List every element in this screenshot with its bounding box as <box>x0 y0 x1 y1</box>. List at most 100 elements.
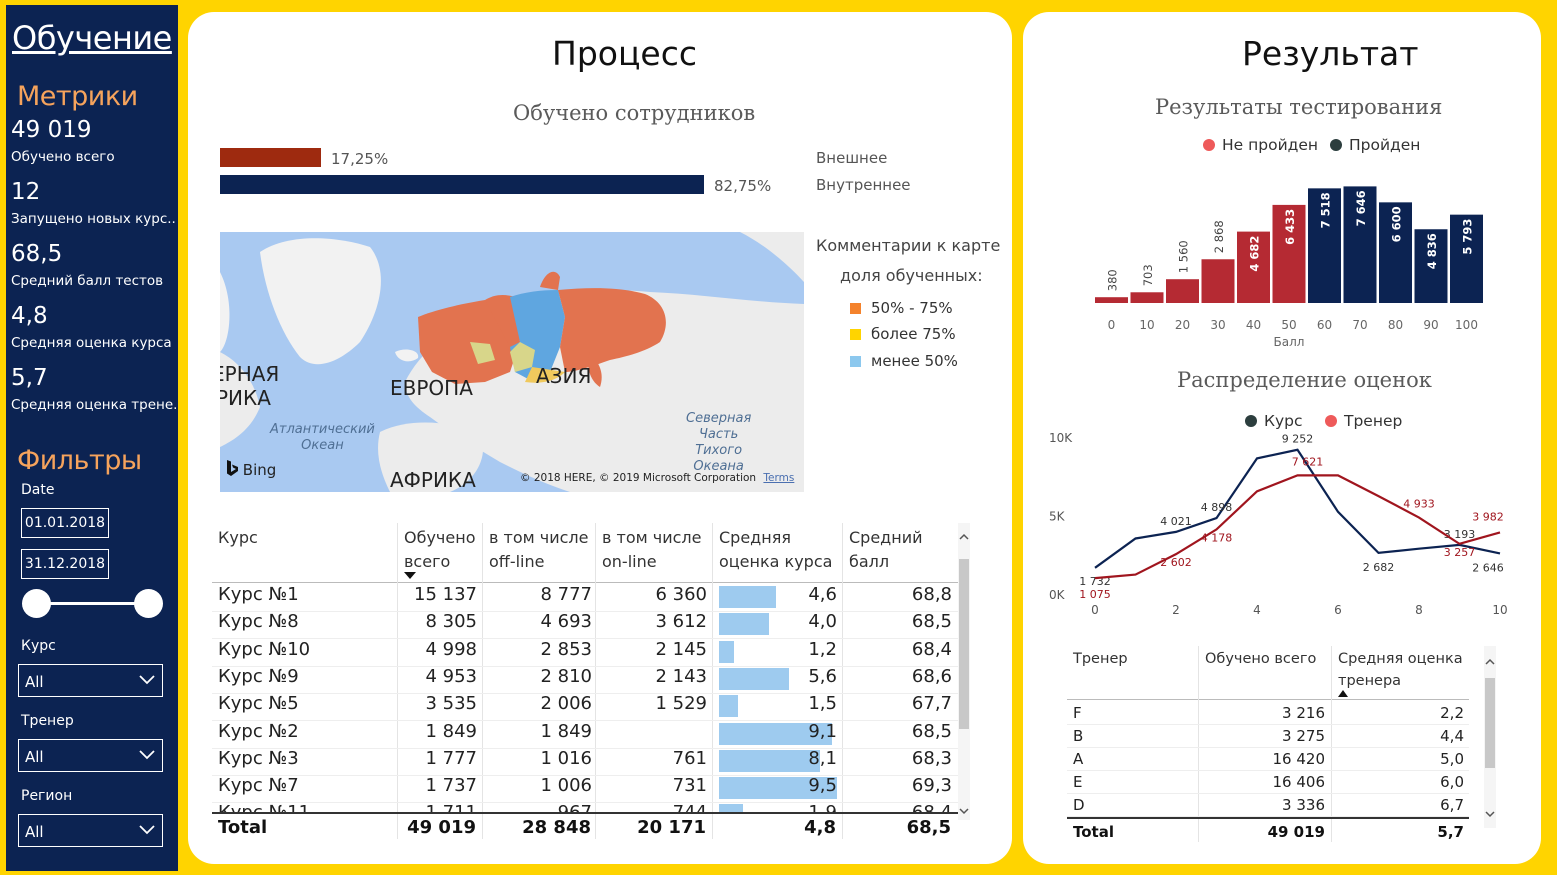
x-tick-label: 50 <box>1281 318 1296 332</box>
col-header-total[interactable]: Обучено всего <box>404 526 475 574</box>
scroll-up-icon[interactable] <box>958 531 970 543</box>
filters-heading: Фильтры <box>17 445 142 476</box>
course-table-scroll-thumb[interactable] <box>959 559 969 729</box>
map-label-pacific-line2: Часть <box>699 427 739 442</box>
test-results-chart[interactable]: 380 0 703 10 1 560 20 2 868 30 4 682 40 6 433 50 7 5… <box>1080 160 1500 360</box>
course-name: Курс №9 <box>218 665 299 687</box>
table-row[interactable]: Курс №9 4 953 2 810 2 143 5,6 68,6 <box>212 666 958 694</box>
col-header-score-line1: Средний <box>849 528 923 547</box>
date-to-input[interactable]: 31.12.2018 <box>21 549 109 579</box>
map-terms-link[interactable]: Terms <box>763 472 794 484</box>
scroll-up-icon[interactable] <box>1484 656 1496 668</box>
col-header-total-line2: всего <box>404 552 451 571</box>
app-title[interactable]: Обучение <box>12 19 172 57</box>
course-table-scrollbar[interactable] <box>958 523 970 820</box>
sort-desc-icon[interactable] <box>404 572 416 580</box>
sort-asc-icon[interactable] <box>1338 690 1348 697</box>
test-legend-passed[interactable]: Пройден <box>1330 136 1420 154</box>
trained-employees-title: Обучено сотрудников <box>513 101 756 125</box>
external-bar[interactable] <box>220 148 321 167</box>
col-header-trainer[interactable]: Тренер <box>1073 648 1128 670</box>
table-row[interactable]: Курс №1 15 137 8 777 6 360 4,6 68,8 <box>212 584 958 612</box>
table-row[interactable]: Курс №3 1 777 1 016 761 8,1 68,3 <box>212 748 958 776</box>
ratings-distribution-title: Распределение оценок <box>1177 368 1432 392</box>
course-online: 6 360 <box>655 584 707 605</box>
map-legend-label: менее 50% <box>871 352 958 370</box>
table-row[interactable]: F 3 216 2,2 <box>1067 702 1469 725</box>
bing-logo[interactable]: Bing <box>226 460 276 479</box>
course-total: 4 998 <box>425 638 477 660</box>
col-header-score[interactable]: Средний балл <box>849 526 923 574</box>
x-tick-label: 30 <box>1210 318 1225 332</box>
bar-value-label: 1 560 <box>1177 240 1191 273</box>
trainer-table-scroll-thumb[interactable] <box>1485 678 1495 768</box>
test-legend-failed[interactable]: Не пройден <box>1203 136 1318 154</box>
col-header-course-rating[interactable]: Средняя оценка курса <box>719 526 832 574</box>
bar-value-label: 4 682 <box>1248 236 1262 272</box>
region-filter-dropdown[interactable]: All <box>18 814 163 847</box>
regions-map[interactable]: ЕРНАЯ РИКА ЕВРОПА АЗИЯ АФРИКА Атлантичес… <box>220 232 804 492</box>
scroll-down-icon[interactable] <box>1484 808 1496 820</box>
x-tick-label: 40 <box>1246 318 1261 332</box>
trainer-table-scrollbar[interactable] <box>1484 646 1496 828</box>
map-copyright: © 2018 HERE, © 2019 Microsoft Corporatio… <box>520 472 794 484</box>
region-filter-label: Регион <box>21 788 73 804</box>
course-name: Курс №11 <box>218 802 310 812</box>
total-row-rating: 4,8 <box>804 817 836 838</box>
course-name: Курс №8 <box>218 611 299 633</box>
course-total: 1 737 <box>425 775 477 797</box>
course-rating: 4,6 <box>808 584 837 605</box>
date-from-input[interactable]: 01.01.2018 <box>21 508 109 538</box>
region-filter-value: All <box>25 823 44 841</box>
table-row[interactable]: A 16 420 5,0 <box>1067 748 1469 771</box>
map-label-pacific-line3: Тихого <box>695 443 743 458</box>
ratings-distribution-chart[interactable]: 0K5K10K0 2 4 6 8 101 7324 0214 8989 2522 6823… <box>1040 425 1520 625</box>
course-rating: 1,9 <box>808 802 837 812</box>
data-label: 3 193 <box>1444 528 1476 541</box>
sidebar: Обучение Метрики 49 019 Обучено всего 12… <box>6 5 178 871</box>
map-legend-item: 50% - 75% <box>850 299 953 317</box>
col-header-online[interactable]: в том числе on-line <box>602 526 702 574</box>
bar-0[interactable] <box>1095 297 1128 303</box>
bar-30[interactable] <box>1201 259 1235 303</box>
rating-databar <box>719 613 769 636</box>
table-row[interactable]: Курс №5 3 535 2 006 1 529 1,5 67,7 <box>212 693 958 722</box>
table-row[interactable]: Курс №7 1 737 1 006 731 9,5 69,3 <box>212 775 958 804</box>
bar-10[interactable] <box>1130 292 1164 303</box>
date-slider-end-handle[interactable] <box>134 589 163 618</box>
metrics-heading: Метрики <box>17 81 138 112</box>
col-header-trainer-rating[interactable]: Средняя оценка тренера <box>1338 648 1463 692</box>
data-label: 4 021 <box>1160 515 1192 528</box>
y-tick-label: 5K <box>1049 510 1066 524</box>
x-tick-label: 8 <box>1415 603 1423 617</box>
map-label-europe: ЕВРОПА <box>390 376 473 400</box>
series-line-trainer[interactable] <box>1094 474 1501 580</box>
course-online: 744 <box>673 802 707 812</box>
internal-bar-pct: 82,75% <box>714 177 772 195</box>
col-header-course[interactable]: Курс <box>218 526 258 550</box>
table-row[interactable]: E 16 406 6,0 <box>1067 771 1469 794</box>
internal-bar[interactable] <box>220 175 704 194</box>
test-legend-failed-label: Не пройден <box>1222 136 1319 154</box>
bar-20[interactable] <box>1166 279 1199 303</box>
table-row[interactable]: Курс №8 8 305 4 693 3 612 4,0 68,5 <box>212 611 958 640</box>
trainer-filter-dropdown[interactable]: All <box>18 739 163 772</box>
chevron-down-icon <box>139 825 155 835</box>
internal-bar-label: Внутреннее <box>816 176 911 194</box>
table-row[interactable]: Курс №10 4 998 2 853 2 145 1,2 68,4 <box>212 639 958 667</box>
table-row[interactable]: D 3 336 6,7 <box>1067 794 1469 817</box>
course-filter-dropdown[interactable]: All <box>18 664 163 697</box>
table-row[interactable]: B 3 275 4,4 <box>1067 725 1469 748</box>
col-header-offline[interactable]: в том числе off-line <box>489 526 589 574</box>
legend-swatch-yellow <box>850 329 861 340</box>
table-row[interactable]: Курс №2 1 849 1 849 9,1 68,5 <box>212 721 958 749</box>
table-row[interactable]: Курс №11 1 711 967 744 1,9 68,4 <box>212 802 958 812</box>
col-header-rating-line2: оценка курса <box>719 552 833 571</box>
col-header-trained-total[interactable]: Обучено всего <box>1205 648 1316 670</box>
y-tick-label: 10K <box>1049 431 1073 445</box>
course-online: 2 145 <box>655 638 707 660</box>
scroll-down-icon[interactable] <box>958 805 970 817</box>
data-label: 4 933 <box>1403 498 1435 511</box>
date-range-slider-track[interactable] <box>36 602 148 605</box>
date-slider-start-handle[interactable] <box>22 589 51 618</box>
